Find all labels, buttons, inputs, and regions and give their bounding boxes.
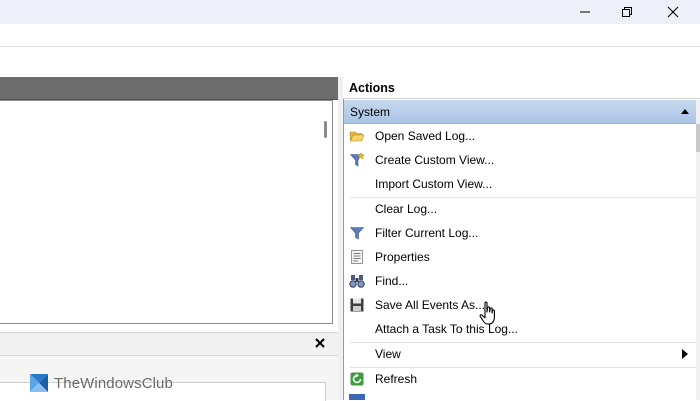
restore-icon — [622, 7, 632, 17]
funnel-icon — [349, 225, 365, 241]
action-create-custom-view[interactable]: Create Custom View... — [344, 148, 696, 172]
blank-icon-slot — [349, 346, 365, 362]
action-filter-current-log[interactable]: Filter Current Log... — [344, 221, 696, 245]
action-clear-log[interactable]: Clear Log... — [344, 197, 696, 221]
details-close-button[interactable] — [311, 334, 329, 352]
close-icon — [667, 6, 679, 18]
action-label: Open Saved Log... — [375, 129, 476, 143]
minimize-button[interactable] — [562, 0, 608, 24]
action-label: Create Custom View... — [375, 153, 495, 167]
close-icon — [315, 338, 325, 348]
actions-scrollbar-thumb[interactable] — [696, 124, 700, 152]
floppy-disk-icon — [349, 297, 365, 313]
action-label: Import Custom View... — [375, 177, 493, 191]
help-icon — [349, 394, 365, 400]
open-folder-icon — [349, 128, 365, 144]
blank-icon-slot — [349, 176, 365, 192]
submenu-arrow-icon — [682, 349, 688, 359]
action-save-all-events-as[interactable]: Save All Events As... — [344, 293, 696, 317]
action-properties[interactable]: Properties — [344, 245, 696, 269]
toolbar — [0, 47, 700, 75]
action-attach-task[interactable]: Attach a Task To this Log... — [344, 317, 696, 341]
event-list-header — [0, 77, 338, 100]
actions-section-system[interactable]: System — [344, 100, 696, 124]
binoculars-icon — [349, 273, 365, 289]
funnel-star-icon — [349, 152, 365, 168]
action-refresh[interactable]: Refresh — [344, 367, 696, 391]
action-label: Find... — [375, 274, 409, 288]
windows-club-logo-icon — [30, 374, 48, 392]
action-label: Filter Current Log... — [375, 226, 479, 240]
blank-icon-slot — [349, 201, 365, 217]
blank-icon-slot — [349, 321, 365, 337]
properties-icon — [349, 249, 365, 265]
action-label: Clear Log... — [375, 202, 438, 216]
close-button[interactable] — [650, 0, 696, 24]
event-list-panel[interactable] — [0, 100, 333, 324]
watermark-text: TheWindowsClub — [54, 374, 173, 392]
action-label: Refresh — [375, 372, 418, 386]
action-label: View — [375, 347, 401, 361]
refresh-icon — [349, 371, 365, 387]
actions-pane-title: Actions — [343, 77, 700, 99]
action-label: Save All Events As... — [375, 298, 486, 312]
action-open-saved-log[interactable]: Open Saved Log... — [344, 124, 696, 148]
restore-button[interactable] — [604, 0, 650, 24]
event-details-header — [0, 332, 338, 356]
menu-bar — [0, 24, 700, 47]
watermark: TheWindowsClub — [30, 374, 173, 392]
action-view-submenu[interactable]: View — [344, 342, 696, 366]
hand-cursor-icon — [479, 301, 495, 325]
action-label: Properties — [375, 250, 430, 264]
event-list-scrollbar[interactable] — [324, 121, 327, 138]
action-import-custom-view[interactable]: Import Custom View... — [344, 172, 696, 196]
action-find[interactable]: Find... — [344, 269, 696, 293]
collapse-arrow-icon[interactable] — [680, 106, 690, 116]
actions-section-label: System — [350, 105, 391, 119]
minimize-icon — [580, 11, 590, 13]
